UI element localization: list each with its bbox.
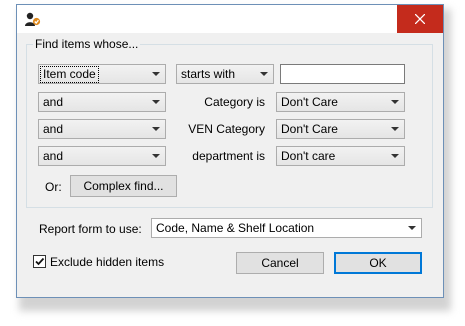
close-icon bbox=[415, 14, 425, 24]
chevron-down-icon bbox=[391, 127, 399, 131]
category-label: Category is bbox=[204, 95, 265, 109]
report-form-select[interactable]: Code, Name & Shelf Location bbox=[151, 218, 422, 238]
department-label: department is bbox=[192, 149, 265, 163]
chevron-down-icon bbox=[152, 100, 160, 104]
department-select-value: Don't care bbox=[281, 149, 336, 163]
report-form-label: Report form to use: bbox=[39, 222, 142, 236]
dialog-body: Find items whose... Item code starts wit… bbox=[17, 33, 443, 297]
field-select-value: Item code bbox=[40, 66, 99, 83]
find-items-dialog: Find items whose... Item code starts wit… bbox=[16, 4, 444, 298]
conjunction-select-2[interactable]: and bbox=[38, 119, 166, 139]
exclude-hidden-label[interactable]: Exclude hidden items bbox=[50, 254, 164, 270]
chevron-down-icon bbox=[152, 127, 160, 131]
report-form-select-value: Code, Name & Shelf Location bbox=[156, 221, 315, 235]
ven-category-select[interactable]: Don't Care bbox=[276, 119, 405, 139]
ven-category-label: VEN Category bbox=[188, 122, 265, 136]
find-criteria-group: Find items whose... Item code starts wit… bbox=[26, 36, 433, 208]
category-select[interactable]: Don't Care bbox=[276, 92, 405, 112]
chevron-down-icon bbox=[391, 154, 399, 158]
app-user-icon bbox=[25, 12, 41, 26]
conjunction-value-2: and bbox=[43, 122, 64, 136]
ven-category-select-value: Don't Care bbox=[281, 122, 338, 136]
conjunction-value-1: and bbox=[43, 95, 64, 109]
field-select[interactable]: Item code bbox=[38, 64, 166, 84]
close-button[interactable] bbox=[397, 5, 443, 33]
operator-select-value: starts with bbox=[181, 67, 236, 81]
operator-select[interactable]: starts with bbox=[176, 64, 274, 84]
conjunction-value-3: and bbox=[43, 149, 64, 163]
cancel-button[interactable]: Cancel bbox=[236, 252, 324, 274]
title-bar[interactable] bbox=[17, 5, 443, 33]
complex-find-button[interactable]: Complex find... bbox=[70, 175, 177, 197]
checkmark-icon bbox=[35, 257, 45, 266]
chevron-down-icon bbox=[391, 100, 399, 104]
ok-button[interactable]: OK bbox=[334, 252, 422, 274]
conjunction-select-1[interactable]: and bbox=[38, 92, 166, 112]
chevron-down-icon bbox=[260, 72, 268, 76]
chevron-down-icon bbox=[152, 72, 160, 76]
group-title: Find items whose... bbox=[33, 36, 141, 52]
conjunction-select-3[interactable]: and bbox=[38, 146, 166, 166]
or-label: Or: bbox=[45, 180, 62, 194]
search-value-input[interactable] bbox=[280, 64, 405, 84]
department-select[interactable]: Don't care bbox=[276, 146, 405, 166]
exclude-hidden-checkbox[interactable] bbox=[33, 255, 46, 268]
chevron-down-icon bbox=[152, 154, 160, 158]
category-select-value: Don't Care bbox=[281, 95, 338, 109]
chevron-down-icon bbox=[408, 226, 416, 230]
